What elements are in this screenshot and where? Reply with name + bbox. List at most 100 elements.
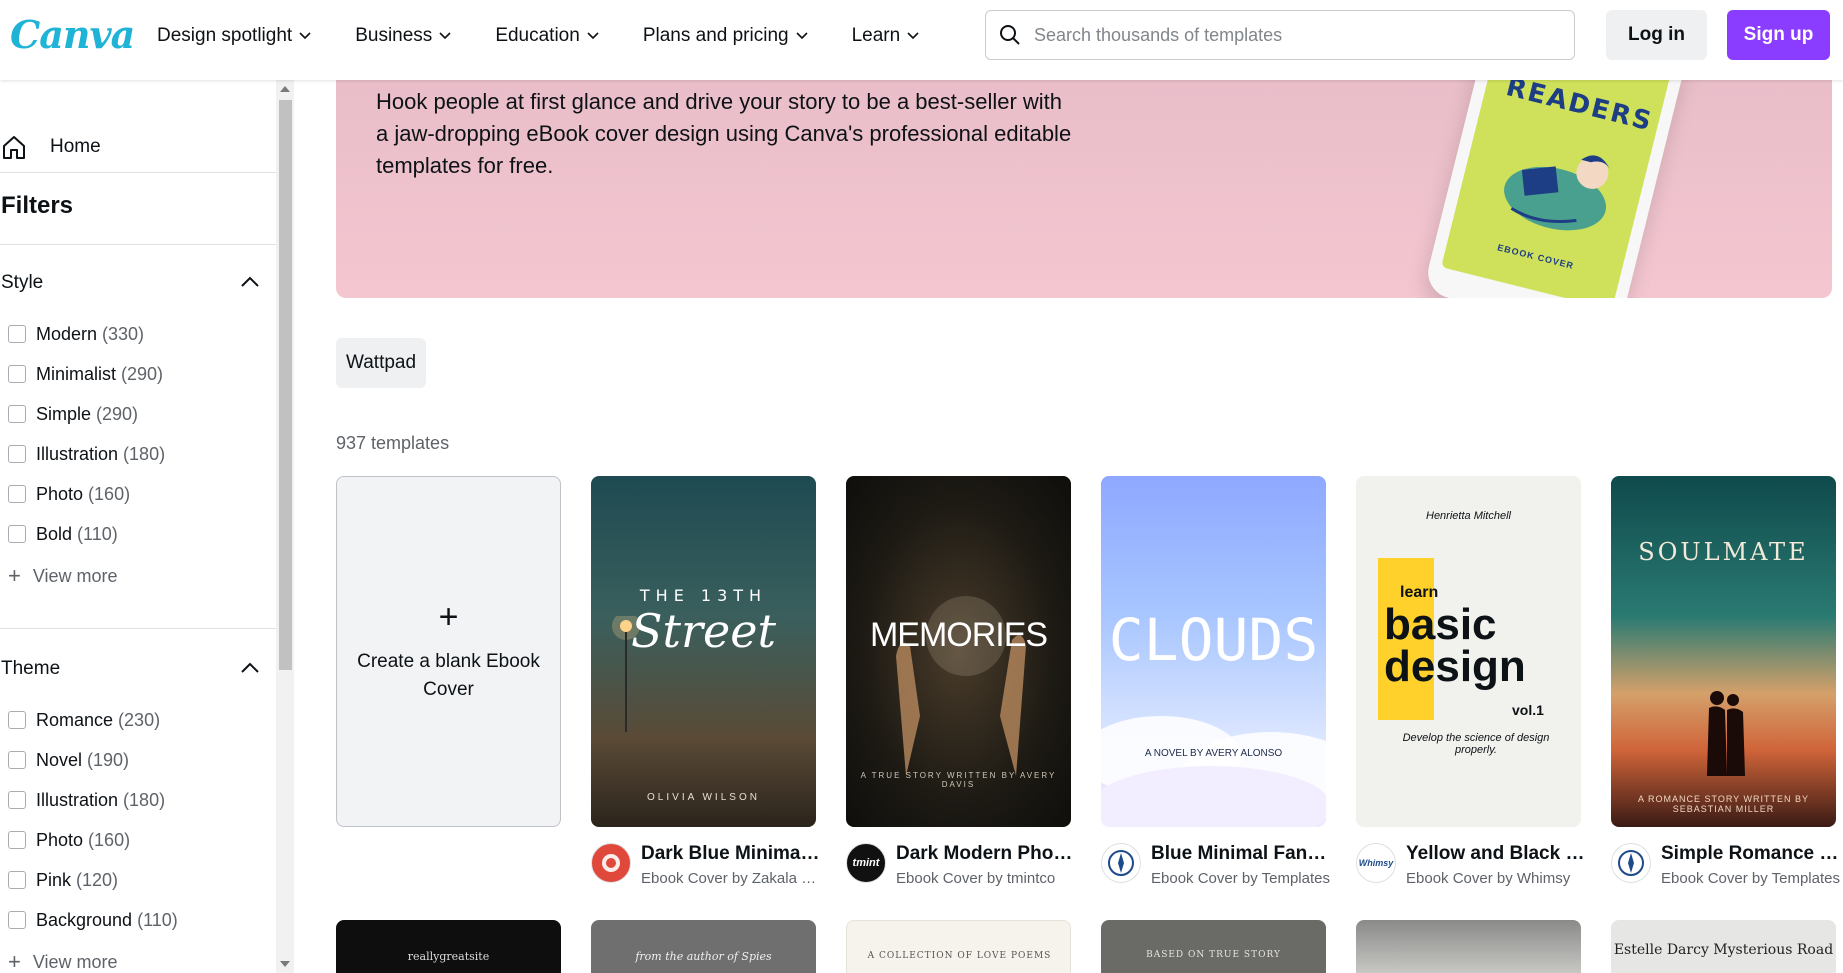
checkbox[interactable]: [8, 445, 26, 463]
nav-label: Design spotlight: [157, 25, 293, 46]
cover-text: BASED ON TRUE STORY: [1146, 950, 1281, 960]
theme-section-title[interactable]: Theme: [1, 658, 60, 680]
sidebar-scrollbar[interactable]: [276, 80, 294, 973]
template-thumbnail[interactable]: MEMORIES A TRUE STORY WRITTEN BY AVERY D…: [846, 476, 1071, 827]
checkbox[interactable]: [8, 711, 26, 729]
checkbox[interactable]: [8, 325, 26, 343]
template-author[interactable]: Ebook Cover by Zakala Studio: [641, 870, 821, 887]
template-author[interactable]: Ebook Cover by tmintco: [896, 870, 1076, 887]
cover-text: OLIVIA WILSON: [647, 792, 760, 803]
template-thumbnail-partial[interactable]: BASED ON TRUE STORY: [1101, 920, 1326, 973]
checkbox[interactable]: [8, 365, 26, 383]
cover-text: THE 13TH: [639, 586, 768, 605]
filter-label: Illustration: [36, 443, 119, 464]
template-title[interactable]: Dark Modern Photo Ebook Cover: [896, 843, 1076, 865]
filter-option[interactable]: Novel (190): [8, 740, 178, 780]
template-thumbnail-partial[interactable]: A COLLECTION OF LOVE POEMS: [846, 920, 1071, 973]
checkbox[interactable]: [8, 485, 26, 503]
template-thumbnail-partial[interactable]: Estelle Darcy Mysterious Road: [1611, 920, 1836, 973]
cover-text: MEMORIES: [869, 616, 1048, 654]
divider: [0, 172, 276, 173]
tag-chip-wattpad[interactable]: Wattpad: [336, 338, 427, 388]
cover-text: A TRUE STORY WRITTEN BY AVERY DAVIS: [860, 771, 1057, 789]
filter-option[interactable]: Bold (110): [8, 514, 165, 554]
cover-text: Estelle Darcy Mysterious Road: [1613, 942, 1834, 958]
template-card[interactable]: Henrietta Mitchell learn basic design vo…: [1356, 476, 1586, 891]
template-card[interactable]: CLOUDS A NOVEL BY AVERY ALONSO Blue Mini…: [1101, 476, 1331, 891]
create-blank-card[interactable]: + Create a blank Ebook Cover: [336, 476, 561, 827]
canva-logo[interactable]: Canva: [10, 12, 135, 57]
style-section-title[interactable]: Style: [1, 272, 43, 294]
template-thumbnail-partial[interactable]: [1356, 920, 1581, 973]
signup-button[interactable]: Sign up: [1727, 10, 1830, 60]
sidebar-item-home[interactable]: Home: [0, 122, 101, 172]
template-meta: Blue Minimal Fantasy Ebook Cover Ebook C…: [1101, 833, 1331, 891]
style-filter-list: Modern (330) Minimalist (290) Simple (290) …: [8, 314, 165, 598]
style-view-more[interactable]: + View more: [8, 554, 165, 598]
nav-business[interactable]: Business: [355, 25, 451, 47]
hero-description: Hook people at first glance and drive yo…: [376, 89, 1072, 178]
template-title[interactable]: Dark Blue Minimalist Photo Thriller Eboo…: [641, 843, 821, 865]
template-card[interactable]: MEMORIES A TRUE STORY WRITTEN BY AVERY D…: [846, 476, 1076, 891]
checkbox[interactable]: [8, 831, 26, 849]
template-thumbnail-partial[interactable]: from the author of Spies: [591, 920, 816, 973]
filter-option[interactable]: Illustration (180): [8, 434, 165, 474]
filter-option[interactable]: Minimalist (290): [8, 354, 165, 394]
checkbox[interactable]: [8, 525, 26, 543]
checkbox[interactable]: [8, 911, 26, 929]
template-thumbnail-partial[interactable]: reallygreatsite: [336, 920, 561, 973]
template-thumbnail[interactable]: THE 13TH Street OLIVIA WILSON: [591, 476, 816, 827]
plus-icon: +: [8, 563, 21, 588]
scroll-thumb[interactable]: [279, 100, 292, 670]
filter-label: Photo: [36, 483, 84, 504]
template-author[interactable]: Ebook Cover by Whimsy: [1406, 870, 1586, 887]
template-card[interactable]: THE 13TH Street OLIVIA WILSON Dark Blue …: [591, 476, 821, 891]
search-box[interactable]: [985, 10, 1575, 60]
filter-count: (180): [123, 443, 166, 464]
filter-label: Novel: [36, 749, 83, 770]
template-thumbnail[interactable]: SOULMATE A ROMANCE STORY WRITTEN BY SEBA…: [1611, 476, 1836, 827]
nav-learn[interactable]: Learn: [852, 25, 920, 47]
filter-option[interactable]: Pink (120): [8, 860, 178, 900]
chevron-down-icon: [439, 32, 451, 40]
filter-option[interactable]: Background (110): [8, 900, 178, 940]
filter-option[interactable]: Photo (160): [8, 820, 178, 860]
nav-plans-and-pricing[interactable]: Plans and pricing: [643, 25, 808, 47]
search-icon: [1000, 25, 1020, 45]
template-author[interactable]: Ebook Cover by Templates: [1661, 870, 1841, 887]
chevron-up-icon[interactable]: [240, 276, 260, 288]
filter-option[interactable]: Romance (230): [8, 700, 178, 740]
cloud-illustration-icon: [1101, 716, 1326, 827]
nav-design-spotlight[interactable]: Design spotlight: [157, 25, 311, 47]
template-thumbnail[interactable]: Henrietta Mitchell learn basic design vo…: [1356, 476, 1581, 827]
zakala-logo-icon: [602, 854, 620, 872]
filter-option[interactable]: Modern (330): [8, 314, 165, 354]
plus-icon: +: [438, 597, 459, 636]
template-meta: Dark Blue Minimalist Photo Thriller Eboo…: [591, 833, 821, 891]
checkbox[interactable]: [8, 871, 26, 889]
checkbox[interactable]: [8, 405, 26, 423]
theme-view-more[interactable]: + View more: [8, 940, 178, 973]
filter-option[interactable]: Simple (290): [8, 394, 165, 434]
template-title[interactable]: Blue Minimal Fantasy Ebook Cover: [1151, 843, 1331, 865]
scroll-down-arrow-icon[interactable]: [280, 961, 290, 967]
template-author[interactable]: Ebook Cover by Templates: [1151, 870, 1331, 887]
login-button[interactable]: Log in: [1606, 10, 1707, 60]
template-thumbnail[interactable]: CLOUDS A NOVEL BY AVERY ALONSO: [1101, 476, 1326, 827]
checkbox[interactable]: [8, 791, 26, 809]
template-meta: tmint Dark Modern Photo Ebook Cover Eboo…: [846, 833, 1076, 891]
hands-illustration-icon: [896, 596, 1026, 776]
nav-label: Learn: [851, 25, 901, 46]
chevron-up-icon[interactable]: [240, 662, 260, 674]
theme-filter-list: Romance (230) Novel (190) Illustration (180…: [8, 700, 178, 973]
search-input[interactable]: [1034, 24, 1554, 46]
template-card[interactable]: SOULMATE A ROMANCE STORY WRITTEN BY SEBA…: [1611, 476, 1841, 891]
cover-text: reallygreatsite: [407, 950, 490, 963]
template-title[interactable]: Yellow and Black Simple Ebook Cover: [1406, 843, 1586, 865]
filter-option[interactable]: Illustration (180): [8, 780, 178, 820]
filter-option[interactable]: Photo (160): [8, 474, 165, 514]
scroll-up-arrow-icon[interactable]: [280, 86, 290, 92]
template-title[interactable]: Simple Romance Story Ebook Cover: [1661, 843, 1841, 865]
checkbox[interactable]: [8, 751, 26, 769]
nav-education[interactable]: Education: [495, 25, 599, 47]
